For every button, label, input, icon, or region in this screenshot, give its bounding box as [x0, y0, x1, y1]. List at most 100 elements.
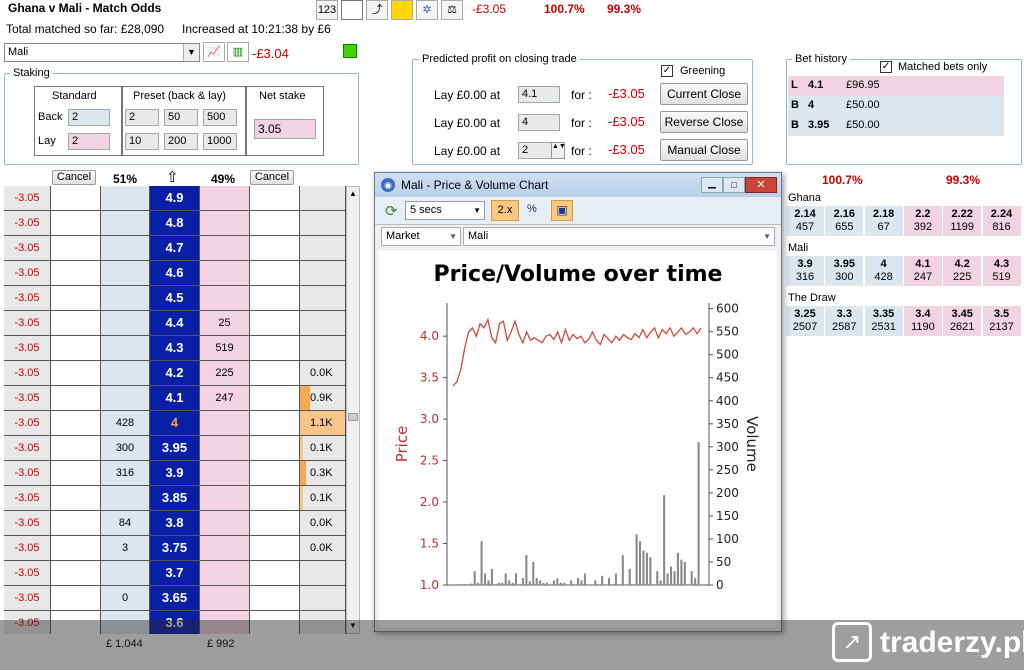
ladder-lay-order[interactable] — [250, 536, 300, 561]
ladder-lay-amount[interactable] — [200, 186, 250, 211]
runner-price-cell[interactable]: 3.45 2621 — [943, 306, 983, 336]
ladder-lay-order[interactable] — [250, 236, 300, 261]
selection-dropdown[interactable]: Mali ▼ — [4, 43, 200, 62]
price-spinner-icon[interactable]: ▲▼ — [551, 142, 566, 159]
runner-price-cell[interactable]: 2.14 457 — [786, 206, 825, 236]
runner-price-cell[interactable]: 3.5 2137 — [982, 306, 1022, 336]
ladder-lay-amount[interactable] — [200, 261, 250, 286]
zoom-button[interactable]: 2.x — [491, 200, 519, 221]
ladder-lay-order[interactable] — [250, 361, 300, 386]
runner-price-cell[interactable]: 3.25 2507 — [786, 306, 825, 336]
runner-price-cell[interactable]: 2.16 655 — [825, 206, 865, 236]
ladder-price[interactable]: 4.2 — [150, 361, 200, 386]
back-stake-input[interactable]: 2 — [68, 109, 110, 126]
ladder-lay-order[interactable] — [250, 186, 300, 211]
ladder-back-amount[interactable] — [101, 286, 150, 311]
ladder-back-amount[interactable]: 300 — [101, 436, 150, 461]
ladder-back-amount[interactable]: 3 — [101, 536, 150, 561]
ladder-lay-order[interactable] — [250, 586, 300, 611]
ladder-back-amount[interactable]: 84 — [101, 511, 150, 536]
ladder-back-amount[interactable]: 0 — [101, 586, 150, 611]
ladder-back-order[interactable] — [51, 311, 101, 336]
ladder-price[interactable]: 4.7 — [150, 236, 200, 261]
ladder-lay-amount[interactable]: 247 — [200, 386, 250, 411]
ladder-back-order[interactable] — [51, 436, 101, 461]
ladder-back-amount[interactable] — [101, 311, 150, 336]
ladder-lay-amount[interactable] — [200, 211, 250, 236]
matched-only-checkbox[interactable]: ✓ — [880, 61, 892, 73]
ladder-back-order[interactable] — [51, 386, 101, 411]
chart-icon[interactable]: ⤴ — [366, 0, 388, 20]
ladder-back-order[interactable] — [51, 486, 101, 511]
runner-price-cell[interactable]: 2.24 816 — [982, 206, 1022, 236]
runner-price-cell[interactable]: 4.1 247 — [903, 256, 943, 286]
runner-price-cell[interactable]: 2.2 392 — [903, 206, 943, 236]
ladder-back-amount[interactable] — [101, 186, 150, 211]
ladder-back-amount[interactable] — [101, 361, 150, 386]
ladder-back-order[interactable] — [51, 361, 101, 386]
runner-price-cell[interactable]: 3.3 2587 — [825, 306, 865, 336]
ladder-lay-order[interactable] — [250, 336, 300, 361]
ladder-lay-order[interactable] — [250, 386, 300, 411]
close-icon[interactable]: ✕ — [745, 177, 777, 193]
ladder-lay-order[interactable] — [250, 461, 300, 486]
ladder-lay-order[interactable] — [250, 561, 300, 586]
runner-price-cell[interactable]: 3.35 2531 — [864, 306, 904, 336]
ladder-lay-amount[interactable] — [200, 586, 250, 611]
ladder-back-amount[interactable] — [101, 261, 150, 286]
ladder-lay-amount[interactable] — [200, 411, 250, 436]
ladder-lay-amount[interactable] — [200, 436, 250, 461]
ladder-price[interactable]: 3.65 — [150, 586, 200, 611]
price-volume-chart-window[interactable]: ◉ Mali - Price & Volume Chart ▁ □ ✕ ⟳ 5 … — [374, 172, 782, 632]
ladder-price[interactable]: 4.6 — [150, 261, 200, 286]
pred-price-input[interactable]: 4.1 — [518, 86, 560, 103]
scales-icon[interactable]: ⚖ — [441, 0, 463, 20]
percent-button[interactable]: % — [527, 203, 537, 215]
runner-dropdown[interactable]: Mali ▼ — [463, 227, 775, 246]
ladder-back-amount[interactable] — [101, 386, 150, 411]
arrow-up-icon[interactable]: ⇧ — [166, 168, 179, 186]
blank-button[interactable] — [341, 0, 363, 20]
preset-lay-1[interactable]: 10 — [125, 133, 159, 150]
ladder-price[interactable]: 4.1 — [150, 386, 200, 411]
preset-back-2[interactable]: 50 — [164, 109, 198, 126]
ladder-lay-amount[interactable] — [200, 236, 250, 261]
lay-stake-input[interactable]: 2 — [68, 133, 110, 150]
runner-price-cell[interactable]: 3.4 1190 — [903, 306, 943, 336]
ladder-price[interactable]: 3.7 — [150, 561, 200, 586]
ladder-price[interactable]: 3.95 — [150, 436, 200, 461]
ladder-price[interactable]: 3.85 — [150, 486, 200, 511]
ladder-lay-amount[interactable]: 25 — [200, 311, 250, 336]
ladder-lay-amount[interactable] — [200, 286, 250, 311]
chart-window-titlebar[interactable]: ◉ Mali - Price & Volume Chart ▁ □ ✕ — [375, 173, 781, 197]
preset-lay-2[interactable]: 200 — [164, 133, 198, 150]
ladder-back-order[interactable] — [51, 286, 101, 311]
runner-price-cell[interactable]: 2.22 1199 — [943, 206, 983, 236]
ladder-lay-amount[interactable]: 519 — [200, 336, 250, 361]
ladder-back-order[interactable] — [51, 561, 101, 586]
chevron-down-icon[interactable]: ▼ — [183, 44, 199, 61]
ladder-price[interactable]: 4.9 — [150, 186, 200, 211]
pred-price-input[interactable]: 4 — [518, 114, 560, 131]
runner-price-cell[interactable]: 3.95 300 — [825, 256, 865, 286]
runner-price-cell[interactable]: 2.18 67 — [864, 206, 904, 236]
ladder-lay-amount[interactable]: 225 — [200, 361, 250, 386]
ladder-back-order[interactable] — [51, 236, 101, 261]
ladder-back-amount[interactable] — [101, 211, 150, 236]
ladder-price[interactable]: 4.4 — [150, 311, 200, 336]
ladder-back-order[interactable] — [51, 536, 101, 561]
ladder-back-amount[interactable]: 428 — [101, 411, 150, 436]
preset-back-1[interactable]: 2 — [125, 109, 159, 126]
refresh-icon[interactable]: ⟳ — [385, 202, 398, 220]
ladder-price[interactable]: 3.9 — [150, 461, 200, 486]
ladder-back-order[interactable] — [51, 411, 101, 436]
ladder-back-amount[interactable] — [101, 336, 150, 361]
ladder-back-amount[interactable]: 316 — [101, 461, 150, 486]
runner-price-cell[interactable]: 4.2 225 — [943, 256, 983, 286]
interval-dropdown[interactable]: 5 secs ▼ — [405, 201, 485, 220]
close-button[interactable]: Manual Close — [660, 139, 748, 161]
ladder-back-order[interactable] — [51, 336, 101, 361]
greening-checkbox[interactable]: ✓ — [661, 65, 673, 77]
ladder-price[interactable]: 3.75 — [150, 536, 200, 561]
maximize-icon[interactable]: □ — [723, 177, 745, 193]
